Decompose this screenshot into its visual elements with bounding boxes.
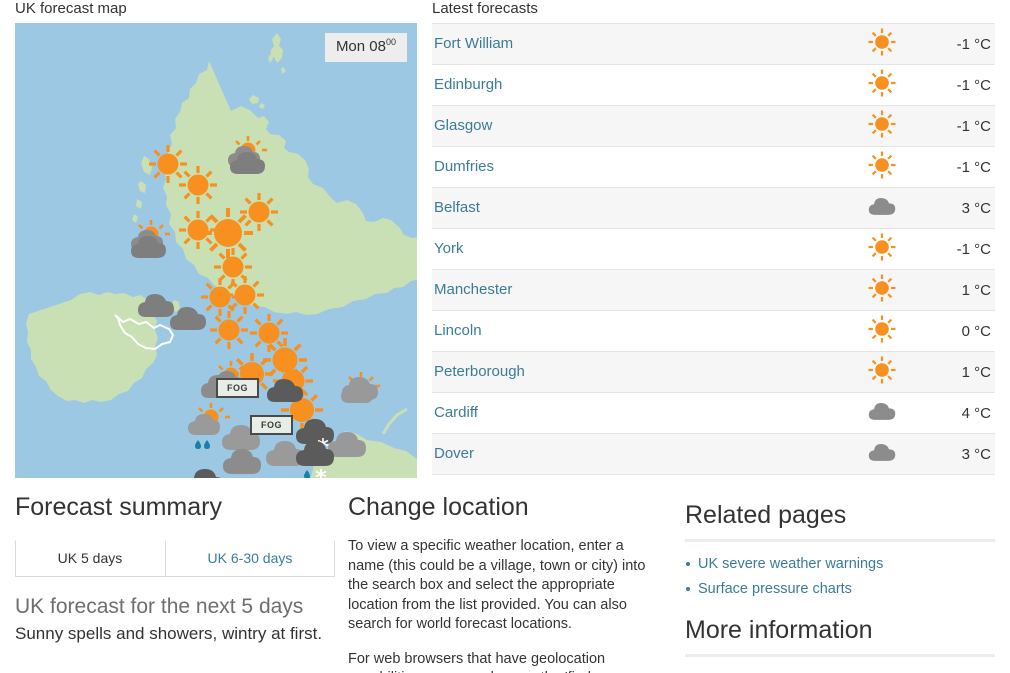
latest-forecasts-table: Fort William -1 °C Edinburgh -1 °C Glasgow -1… bbox=[432, 23, 995, 475]
forecast-place-cell: Edinburgh bbox=[432, 64, 847, 106]
cloud-icon bbox=[847, 187, 917, 229]
forecast-summary-tabs: UK 5 days UK 6-30 days bbox=[15, 540, 336, 577]
map-cloud-icon bbox=[339, 371, 383, 406]
uk-forecast-map[interactable]: Mon 0800 FOG FOG bbox=[15, 23, 417, 478]
forecast-temperature: 3 °C bbox=[917, 187, 995, 229]
forecast-temperature: 3 °C bbox=[917, 433, 995, 475]
map-cloud-dark-icon bbox=[264, 373, 308, 408]
related-pages-list: UK severe weather warnings Surface press… bbox=[685, 555, 995, 598]
table-row[interactable]: Belfast 3 °C bbox=[432, 187, 995, 229]
forecast-summary-headline: UK forecast for the next 5 days bbox=[15, 595, 304, 618]
tab-uk-5-days[interactable]: UK 5 days bbox=[15, 540, 165, 576]
related-pages-title: Related pages bbox=[685, 501, 847, 529]
forecast-place-link[interactable]: Lincoln bbox=[434, 322, 482, 339]
table-row[interactable]: Manchester 1 °C bbox=[432, 269, 995, 311]
uk-forecast-map-panel: UK forecast map Mon 0800 FOG FOG bbox=[15, 0, 417, 478]
change-location-title: Change location bbox=[348, 493, 529, 521]
table-row[interactable]: York -1 °C bbox=[432, 228, 995, 270]
change-location-panel: Change location To view a specific weath… bbox=[348, 492, 663, 673]
list-item[interactable]: UK severe weather warnings bbox=[685, 555, 995, 573]
forecast-place-cell: Manchester bbox=[432, 269, 847, 311]
forecast-temperature: -1 °C bbox=[917, 23, 995, 65]
latest-forecasts-panel: Latest forecasts Fort William -1 °C Edinbu… bbox=[432, 0, 995, 475]
table-row[interactable]: Cardiff 4 °C bbox=[432, 392, 995, 434]
cloud-icon bbox=[847, 433, 917, 475]
sun-icon bbox=[847, 105, 917, 147]
link-uk-severe-weather-warnings[interactable]: UK severe weather warnings bbox=[698, 556, 883, 572]
table-row[interactable]: Fort William -1 °C bbox=[432, 23, 995, 65]
map-title: UK forecast map bbox=[15, 0, 127, 17]
related-pages-panel: Related pages UK severe weather warnings… bbox=[685, 500, 995, 657]
link-surface-pressure-charts[interactable]: Surface pressure charts bbox=[698, 581, 852, 597]
map-fog-label: FOG bbox=[216, 378, 259, 398]
sun-icon bbox=[847, 228, 917, 270]
sun-icon bbox=[847, 64, 917, 106]
more-information-title: More information bbox=[685, 616, 873, 644]
map-cloud-icon bbox=[128, 231, 170, 264]
forecast-place-cell: Peterborough bbox=[432, 351, 847, 393]
forecast-place-link[interactable]: Fort William bbox=[434, 35, 513, 52]
related-pages-divider bbox=[685, 539, 995, 542]
cloud-icon bbox=[847, 392, 917, 434]
table-row[interactable]: Peterborough 1 °C bbox=[432, 351, 995, 393]
forecast-place-link[interactable]: Edinburgh bbox=[434, 76, 502, 93]
change-location-paragraph-1: To view a specific weather location, ent… bbox=[348, 538, 646, 632]
map-time-day: Mon 08 bbox=[335, 38, 386, 55]
sun-icon bbox=[847, 23, 917, 65]
map-cloud-dark-icon bbox=[183, 463, 229, 478]
forecast-temperature: -1 °C bbox=[917, 146, 995, 188]
tab-uk-6-30-days[interactable]: UK 6-30 days bbox=[164, 540, 336, 576]
forecast-temperature: -1 °C bbox=[917, 105, 995, 147]
table-row[interactable]: Dumfries -1 °C bbox=[432, 146, 995, 188]
forecast-place-cell: Dover bbox=[432, 433, 847, 475]
sun-icon bbox=[847, 310, 917, 352]
sun-icon bbox=[847, 351, 917, 393]
table-row[interactable]: Edinburgh -1 °C bbox=[432, 64, 995, 106]
sun-icon bbox=[847, 146, 917, 188]
forecast-place-cell: Fort William bbox=[432, 23, 847, 65]
forecast-place-cell: Cardiff bbox=[432, 392, 847, 434]
more-information-divider bbox=[685, 654, 995, 657]
latest-forecasts-title: Latest forecasts bbox=[432, 0, 538, 17]
forecast-place-link[interactable]: Glasgow bbox=[434, 117, 492, 134]
forecast-place-cell: Dumfries bbox=[432, 146, 847, 188]
map-time-minutes: 00 bbox=[385, 37, 396, 47]
forecast-place-link[interactable]: Peterborough bbox=[434, 363, 525, 380]
sun-icon bbox=[847, 269, 917, 311]
list-item[interactable]: Surface pressure charts bbox=[685, 580, 995, 598]
table-row[interactable]: Lincoln 0 °C bbox=[432, 310, 995, 352]
forecast-place-link[interactable]: Manchester bbox=[434, 281, 512, 298]
forecast-temperature: 1 °C bbox=[917, 269, 995, 311]
table-row[interactable]: Glasgow -1 °C bbox=[432, 105, 995, 147]
forecast-summary-title: Forecast summary bbox=[15, 493, 222, 521]
map-cloud-icon bbox=[167, 301, 211, 336]
weather-forecast-page: UK forecast map Mon 0800 FOG FOG Latest … bbox=[0, 0, 1010, 673]
forecast-temperature: 1 °C bbox=[917, 351, 995, 393]
forecast-place-link[interactable]: Dumfries bbox=[434, 158, 494, 175]
forecast-place-link[interactable]: York bbox=[434, 240, 463, 257]
map-time-badge: Mon 0800 bbox=[324, 33, 407, 62]
forecast-temperature: -1 °C bbox=[917, 64, 995, 106]
forecast-place-link[interactable]: Dover bbox=[434, 445, 474, 462]
forecast-place-cell: York bbox=[432, 228, 847, 270]
forecast-place-cell: Lincoln bbox=[432, 310, 847, 352]
forecast-summary-body: Sunny spells and showers, wintry at firs… bbox=[15, 624, 323, 643]
table-row[interactable]: Dover 3 °C bbox=[432, 433, 995, 475]
forecast-place-link[interactable]: Belfast bbox=[434, 199, 480, 216]
forecast-temperature: -1 °C bbox=[917, 228, 995, 270]
map-cloud-icon bbox=[227, 147, 269, 180]
forecast-place-cell: Belfast bbox=[432, 187, 847, 229]
forecast-temperature: 4 °C bbox=[917, 392, 995, 434]
forecast-temperature: 0 °C bbox=[917, 310, 995, 352]
map-fog-label: FOG bbox=[250, 415, 293, 435]
forecast-place-cell: Glasgow bbox=[432, 105, 847, 147]
forecast-summary-panel: Forecast summary UK 5 days UK 6-30 days … bbox=[15, 492, 336, 646]
forecast-place-link[interactable]: Cardiff bbox=[434, 404, 478, 421]
change-location-paragraph-2: For web browsers that have geolocation c… bbox=[348, 650, 614, 673]
map-sleet-icon bbox=[293, 437, 347, 478]
